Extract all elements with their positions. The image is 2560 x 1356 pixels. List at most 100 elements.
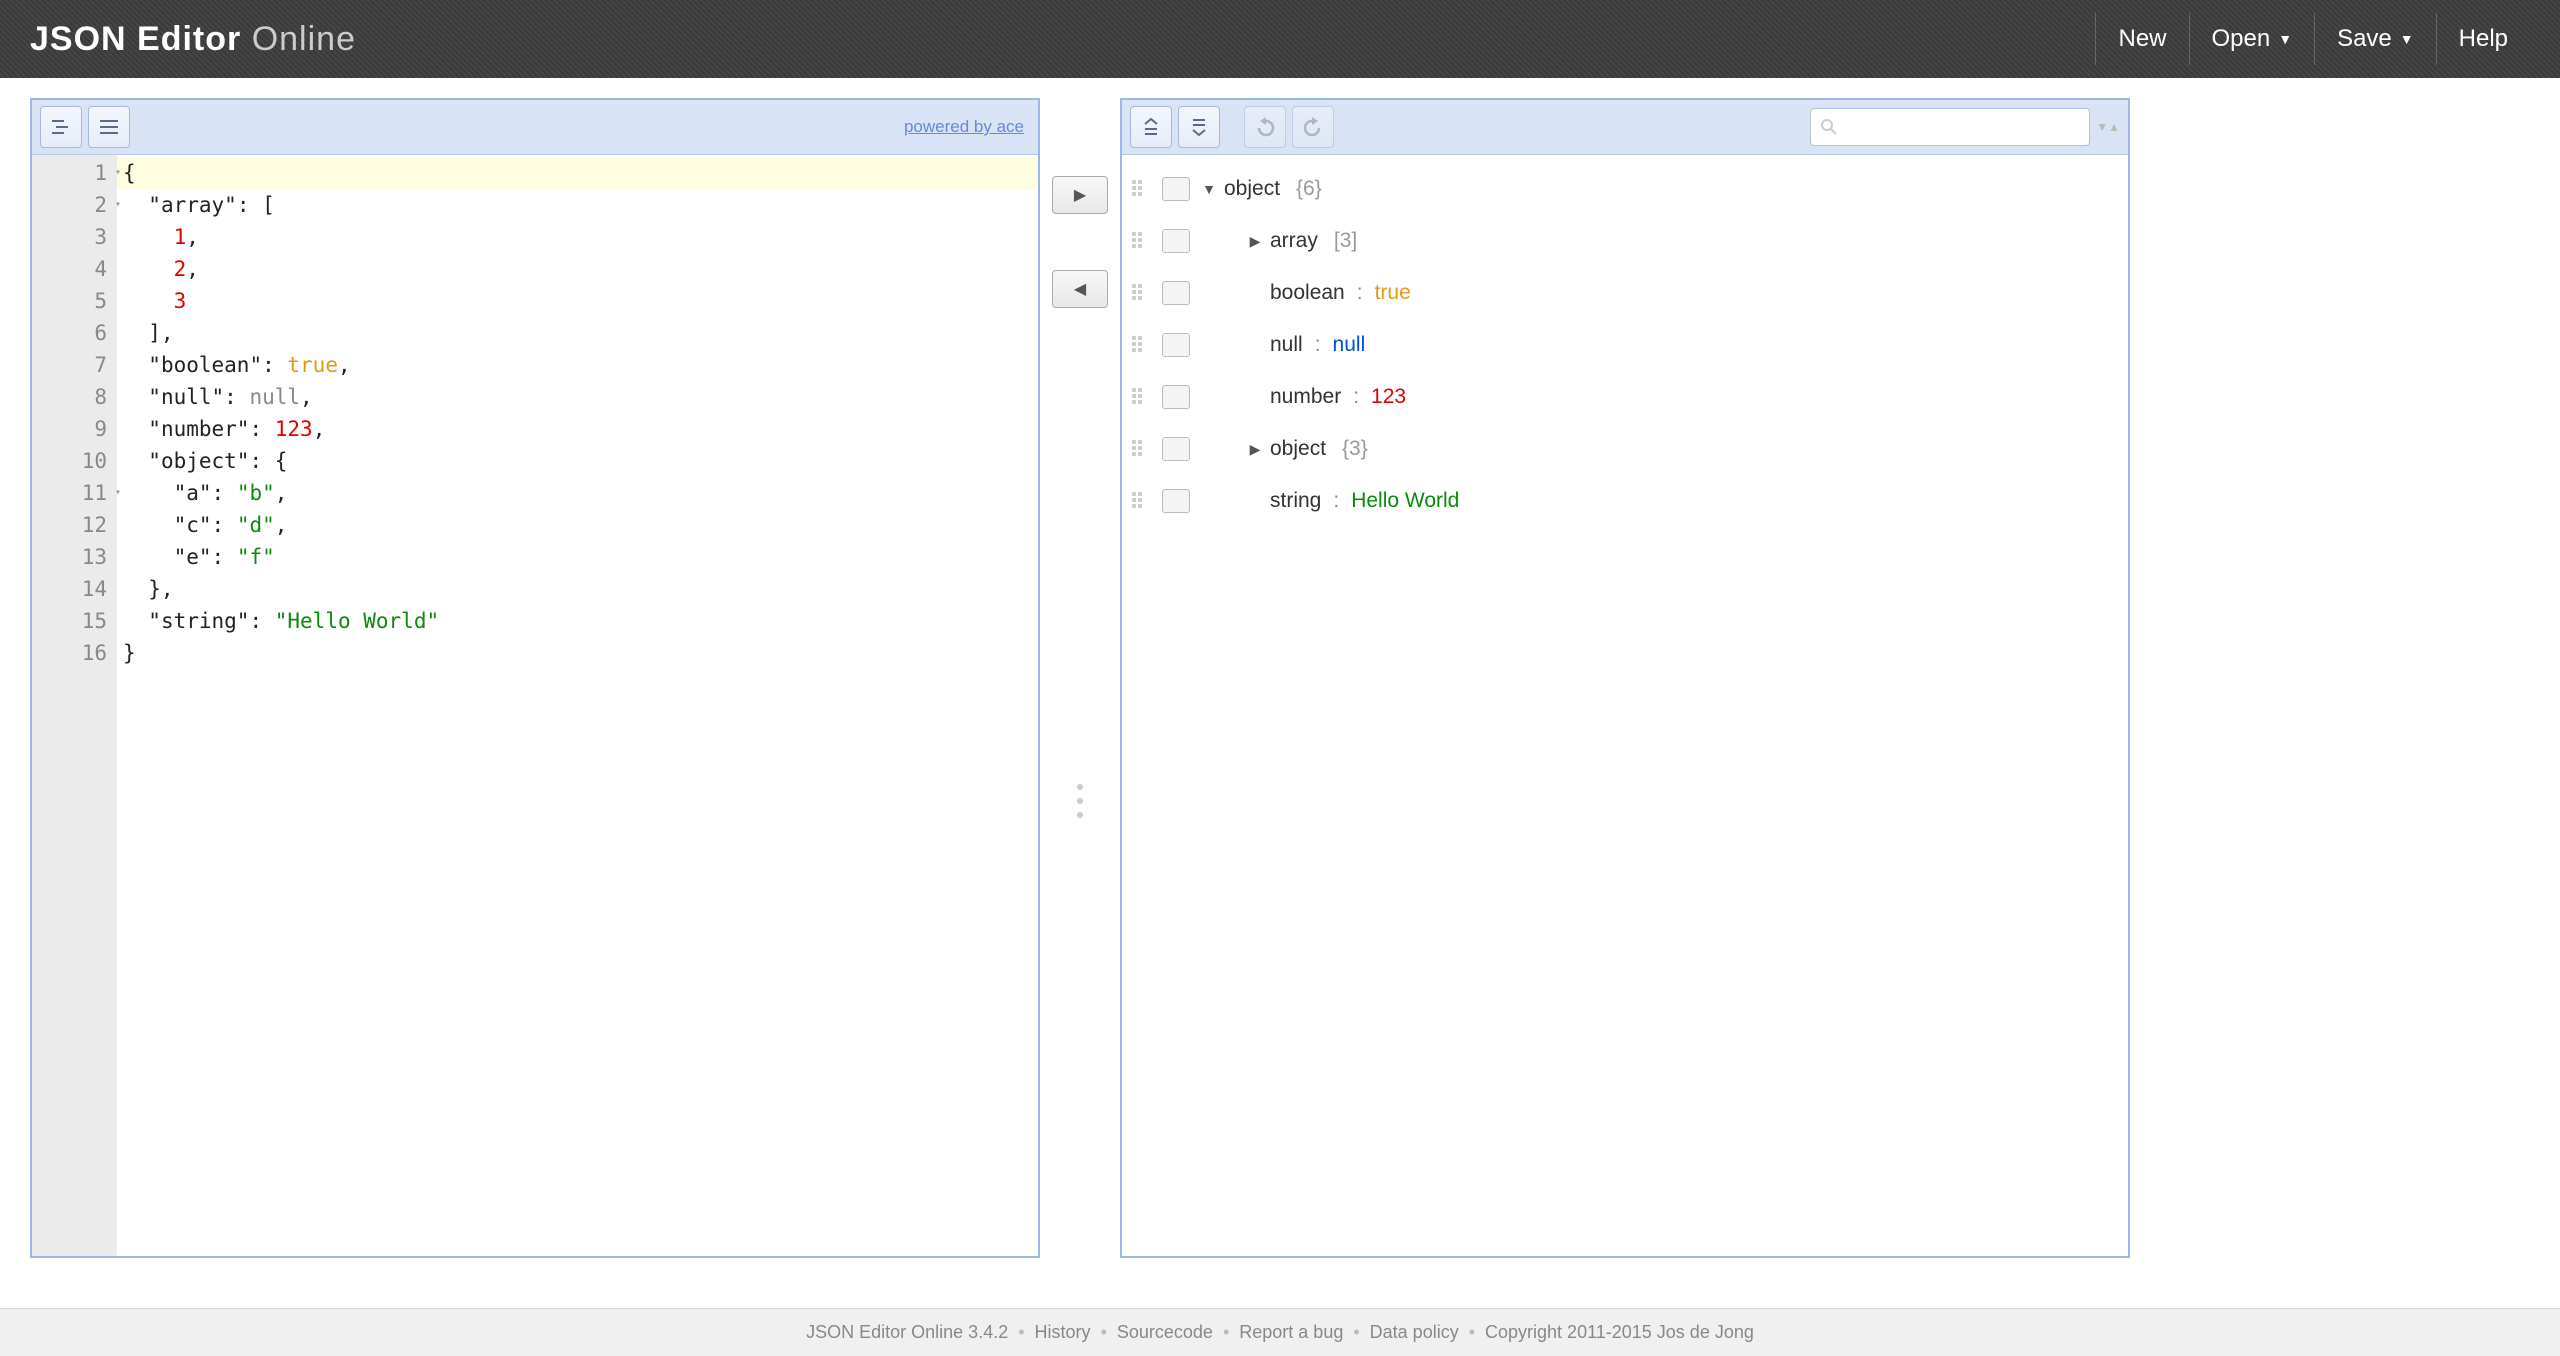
gutter-line: 15 [32, 605, 117, 637]
gutter-line: 16 [32, 637, 117, 669]
undo-button[interactable] [1244, 106, 1286, 148]
code-line[interactable]: } [117, 637, 1038, 669]
gutter-line: 3 [32, 221, 117, 253]
copy-right-button[interactable]: ▶ [1052, 176, 1108, 214]
code-line[interactable]: "null": null, [117, 381, 1038, 413]
drag-handle-icon[interactable] [1132, 336, 1150, 354]
code-line[interactable]: "array": [ [117, 189, 1038, 221]
tree-sep: : [1357, 281, 1363, 305]
redo-button[interactable] [1292, 106, 1334, 148]
copy-left-button[interactable]: ◀ [1052, 270, 1108, 308]
code-line[interactable]: "a": "b", [117, 477, 1038, 509]
fold-icon[interactable]: ▾ [115, 189, 121, 221]
nav-save[interactable]: Save ▼ [2314, 13, 2436, 65]
footer-link-datapolicy[interactable]: Data policy [1370, 1322, 1459, 1343]
fold-icon[interactable]: ▾ [115, 157, 121, 189]
tree-row[interactable]: ▼object{6} [1126, 163, 2124, 215]
tree-key[interactable]: string [1270, 489, 1321, 513]
drag-handle-icon[interactable] [1132, 232, 1150, 250]
type-menu-icon[interactable] [1162, 177, 1190, 201]
tree-row[interactable]: boolean: true [1126, 267, 2124, 319]
powered-by-link[interactable]: powered by ace [904, 117, 1024, 137]
splitter-handle[interactable] [1077, 784, 1083, 818]
nav-open[interactable]: Open ▼ [2189, 13, 2315, 65]
tree-view[interactable]: ▼object{6}▶array[3]boolean:truenull:null… [1122, 155, 2128, 1256]
code-line[interactable]: "c": "d", [117, 509, 1038, 541]
tree-row[interactable]: ▶ object {3} [1126, 423, 2124, 475]
type-menu-icon[interactable] [1162, 385, 1190, 409]
gutter-line: 11▾ [32, 477, 117, 509]
expand-icon[interactable]: ▼ [1200, 181, 1218, 197]
code-line[interactable]: 1, [117, 221, 1038, 253]
gutter-line: 4 [32, 253, 117, 285]
code-line[interactable]: "boolean": true, [117, 349, 1038, 381]
tree-count: {3} [1342, 437, 1368, 461]
format-button[interactable] [40, 106, 82, 148]
gutter-line: 2▾ [32, 189, 117, 221]
tree-key[interactable]: number [1270, 385, 1341, 409]
type-menu-icon[interactable] [1162, 229, 1190, 253]
tree-value[interactable]: 123 [1371, 385, 1406, 409]
chevron-down-icon: ▼ [2278, 31, 2292, 47]
tree-value[interactable]: Hello World [1351, 489, 1459, 513]
tree-sep: : [1333, 489, 1339, 513]
code-line[interactable]: "e": "f" [117, 541, 1038, 573]
fold-icon[interactable]: ▾ [115, 477, 121, 509]
tree-value[interactable]: null [1333, 333, 1366, 357]
type-menu-icon[interactable] [1162, 281, 1190, 305]
gutter-line: 9 [32, 413, 117, 445]
drag-handle-icon[interactable] [1132, 492, 1150, 510]
gutter-line: 14 [32, 573, 117, 605]
drag-handle-icon[interactable] [1132, 180, 1150, 198]
footer-version: JSON Editor Online 3.4.2 [806, 1322, 1008, 1343]
code-editor[interactable]: 1▾2▾34567891011▾1213141516 { "array": [ … [32, 155, 1038, 1256]
footer-link-history[interactable]: History [1035, 1322, 1091, 1343]
footer-link-sourcecode[interactable]: Sourcecode [1117, 1322, 1213, 1343]
code-line[interactable]: { [117, 157, 1038, 189]
drag-handle-icon[interactable] [1132, 440, 1150, 458]
expand-icon[interactable]: ▶ [1246, 233, 1264, 250]
tree-row[interactable]: string: Hello World [1126, 475, 2124, 527]
type-menu-icon[interactable] [1162, 333, 1190, 357]
tree-key[interactable]: array [1270, 229, 1318, 253]
code-line[interactable]: "string": "Hello World" [117, 605, 1038, 637]
nav-new[interactable]: New [2095, 13, 2188, 65]
tree-row[interactable]: ▶array[3] [1126, 215, 2124, 267]
collapse-all-button[interactable] [1178, 106, 1220, 148]
search-nav-arrows[interactable]: ▼▲ [2096, 120, 2120, 134]
transfer-column: ▶ ◀ [1040, 98, 1120, 1258]
type-menu-icon[interactable] [1162, 437, 1190, 461]
tree-key[interactable]: object [1270, 437, 1326, 461]
tree-key[interactable]: object [1224, 177, 1280, 201]
compact-button[interactable] [88, 106, 130, 148]
gutter-line: 6 [32, 317, 117, 349]
tree-sep: : [1315, 333, 1321, 357]
code-line[interactable]: }, [117, 573, 1038, 605]
code-line[interactable]: ], [117, 317, 1038, 349]
tree-row[interactable]: number:123 [1126, 371, 2124, 423]
code-area[interactable]: { "array": [ 1, 2, 3 ], "boolean": true,… [117, 155, 1038, 1256]
tree-pane: ▼▲ ▼object{6}▶array[3]boolean:truenull:n… [1120, 98, 2130, 1258]
tree-row[interactable]: null: null [1126, 319, 2124, 371]
tree-toolbar: ▼▲ [1122, 100, 2128, 155]
type-menu-icon[interactable] [1162, 489, 1190, 513]
app-logo: JSON Editor Online [30, 20, 356, 59]
tree-key[interactable]: null [1270, 333, 1303, 357]
code-toolbar: powered by ace [32, 100, 1038, 155]
code-line[interactable]: "number": 123, [117, 413, 1038, 445]
gutter-line: 8 [32, 381, 117, 413]
code-line[interactable]: 2, [117, 253, 1038, 285]
drag-handle-icon[interactable] [1132, 388, 1150, 406]
search-input[interactable] [1810, 108, 2090, 146]
code-line[interactable]: 3 [117, 285, 1038, 317]
nav-help[interactable]: Help [2436, 13, 2530, 65]
drag-handle-icon[interactable] [1132, 284, 1150, 302]
footer-link-reportbug[interactable]: Report a bug [1239, 1322, 1343, 1343]
main-nav: New Open ▼ Save ▼ Help [2095, 13, 2530, 65]
tree-key[interactable]: boolean [1270, 281, 1345, 305]
code-line[interactable]: "object": { [117, 445, 1038, 477]
tree-value[interactable]: true [1375, 281, 1411, 305]
expand-all-button[interactable] [1130, 106, 1172, 148]
expand-icon[interactable]: ▶ [1246, 441, 1264, 458]
footer-copyright: Copyright 2011-2015 Jos de Jong [1485, 1322, 1754, 1343]
